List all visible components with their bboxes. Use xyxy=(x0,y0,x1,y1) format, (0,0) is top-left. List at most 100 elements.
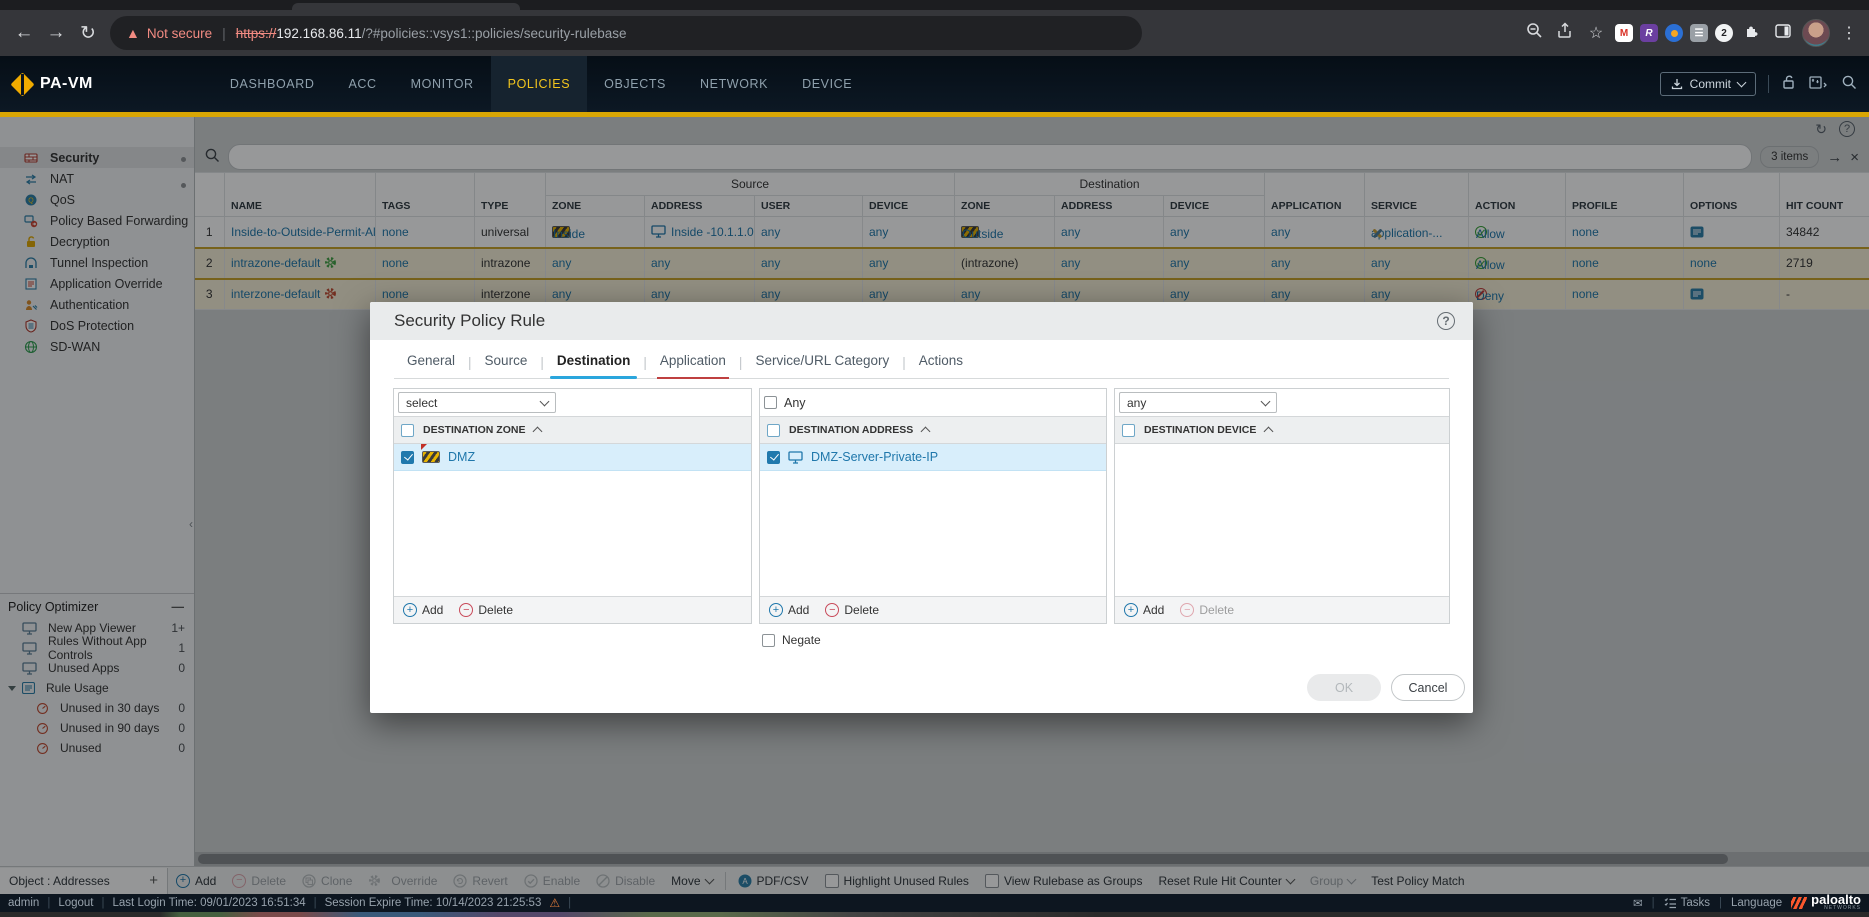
dialog-title: Security Policy Rule xyxy=(394,311,545,331)
zone-select-all-checkbox[interactable] xyxy=(401,424,414,437)
tasks-icon xyxy=(1664,897,1677,909)
url-host: 192.168.86.11 xyxy=(276,26,361,41)
ghost-extension-icon[interactable]: 2 xyxy=(1715,24,1733,42)
add-icon xyxy=(1124,603,1138,617)
negate-label: Negate xyxy=(782,633,821,647)
security-policy-rule-dialog: Security Policy Rule ? General|Source|De… xyxy=(370,302,1473,713)
bookmark-star-icon[interactable]: ☆ xyxy=(1584,23,1608,43)
language-button[interactable]: Language xyxy=(1731,897,1782,909)
device-column-header[interactable]: DESTINATION DEVICE xyxy=(1144,424,1256,436)
not-secure-label[interactable]: Not secure xyxy=(147,26,212,41)
dialog-tab-actions[interactable]: Actions xyxy=(906,346,976,378)
zone-delete-button[interactable]: Delete xyxy=(459,603,513,617)
nav-item-network[interactable]: NETWORK xyxy=(683,56,785,112)
global-search-icon[interactable] xyxy=(1841,74,1857,95)
dialog-help-icon[interactable]: ? xyxy=(1437,312,1455,330)
destination-address-panel: Any DESTINATION ADDRESS DMZ-Server-Priva… xyxy=(759,388,1107,624)
device-list xyxy=(1115,444,1449,596)
nav-item-monitor[interactable]: MONITOR xyxy=(394,56,491,112)
nav-item-device[interactable]: DEVICE xyxy=(785,56,869,112)
commit-icon xyxy=(1671,78,1683,90)
session-warning-icon: ⚠ xyxy=(549,896,560,910)
url-path: /?#policies::vsys1::policies/security-ru… xyxy=(362,26,627,41)
address-any-checkbox[interactable] xyxy=(764,396,777,409)
url-bar[interactable]: ▲ Not secure | https://192.168.86.11/?#p… xyxy=(110,16,1142,50)
paloalto-logo-icon xyxy=(1791,897,1807,909)
device-add-button[interactable]: Add xyxy=(1124,603,1164,617)
delete-icon xyxy=(1180,603,1194,617)
browser-actions: ☆ M R ☰ 2 ⋮ xyxy=(1522,19,1861,47)
browser-menu-icon[interactable]: ⋮ xyxy=(1837,23,1861,43)
url-text[interactable]: https://192.168.86.11/?#policies::vsys1:… xyxy=(236,26,627,41)
gray-extension-icon[interactable]: ☰ xyxy=(1690,24,1708,42)
delete-icon xyxy=(825,603,839,617)
destination-device-panel: any DESTINATION DEVICE Add Delete xyxy=(1114,388,1450,624)
status-user: admin xyxy=(8,897,39,909)
pan-brand: PA-VM xyxy=(14,75,93,93)
nav-item-dashboard[interactable]: DASHBOARD xyxy=(213,56,332,112)
screen: ← → ↻ ▲ Not secure | https://192.168.86.… xyxy=(0,0,1869,917)
pan-nav-items: DASHBOARDACCMONITORPOLICIESOBJECTSNETWOR… xyxy=(213,56,869,112)
dialog-tab-service-url-category[interactable]: Service/URL Category xyxy=(742,346,902,378)
nav-item-objects[interactable]: OBJECTS xyxy=(587,56,683,112)
session-expire-time: Session Expire Time: 10/14/2023 21:25:53 xyxy=(325,897,542,909)
forward-icon[interactable]: → xyxy=(40,22,72,44)
address-list: DMZ-Server-Private-IP xyxy=(760,444,1106,596)
negate-checkbox[interactable] xyxy=(762,634,775,647)
dialog-tab-application[interactable]: Application xyxy=(647,346,739,378)
nav-item-policies[interactable]: POLICIES xyxy=(491,56,587,112)
share-icon[interactable] xyxy=(1553,22,1577,44)
add-icon xyxy=(403,603,417,617)
tasks-button[interactable]: Tasks xyxy=(1664,897,1710,909)
item-checkbox[interactable] xyxy=(767,451,780,464)
zone-column-header[interactable]: DESTINATION ZONE xyxy=(423,424,525,436)
status-bar: admin | Logout | Last Login Time: 09/01/… xyxy=(0,894,1869,912)
commit-caret-icon xyxy=(1737,78,1747,88)
address-delete-button[interactable]: Delete xyxy=(825,603,879,617)
pan-nav: PA-VM DASHBOARDACCMONITORPOLICIESOBJECTS… xyxy=(0,56,1869,112)
dialog-tab-destination[interactable]: Destination xyxy=(544,346,644,378)
blue-extension-icon[interactable] xyxy=(1665,24,1683,42)
commit-button[interactable]: Commit xyxy=(1660,72,1756,96)
sort-asc-icon xyxy=(1264,427,1274,437)
extensions-puzzle-icon[interactable] xyxy=(1740,23,1764,44)
back-icon[interactable]: ← xyxy=(8,22,40,44)
url-scheme: https:// xyxy=(236,26,277,41)
cancel-button[interactable]: Cancel xyxy=(1391,674,1465,701)
browser-profile-avatar[interactable] xyxy=(1802,19,1830,47)
not-secure-warning-icon: ▲ xyxy=(126,25,140,41)
nav-item-acc[interactable]: ACC xyxy=(331,56,393,112)
config-lock-icon[interactable] xyxy=(1781,74,1797,95)
side-panel-icon[interactable] xyxy=(1771,23,1795,44)
chevron-down-icon xyxy=(540,396,550,406)
zone-type-select[interactable]: select xyxy=(398,392,556,413)
browser-active-tab[interactable] xyxy=(292,3,520,10)
pan-nav-right: Commit xyxy=(1660,72,1857,96)
list-item-dmz[interactable]: DMZ xyxy=(394,444,751,471)
dialog-tab-general[interactable]: General xyxy=(394,346,468,378)
dialog-tab-source[interactable]: Source xyxy=(472,346,541,378)
device-select-all-checkbox[interactable] xyxy=(1122,424,1135,437)
address-select-all-checkbox[interactable] xyxy=(767,424,780,437)
device-type-select[interactable]: any xyxy=(1119,392,1277,413)
paloalto-logo: paloaltoNETWORKS xyxy=(1791,895,1861,911)
pan-logo-icon xyxy=(10,72,34,96)
destination-zone-panel: select DESTINATION ZONE DMZ Add Delete xyxy=(393,388,752,624)
device-delete-button: Delete xyxy=(1180,603,1234,617)
config-changes-icon[interactable] xyxy=(1809,74,1829,95)
address-column-header[interactable]: DESTINATION ADDRESS xyxy=(789,424,913,436)
chevron-down-icon xyxy=(1261,396,1271,406)
list-item-dmz-server-private-ip[interactable]: DMZ-Server-Private-IP xyxy=(760,444,1106,471)
messages-envelope-icon[interactable]: ✉ xyxy=(1633,896,1643,910)
address-add-button[interactable]: Add xyxy=(769,603,809,617)
r-extension-icon[interactable]: R xyxy=(1640,24,1658,42)
zoom-out-icon[interactable] xyxy=(1522,22,1546,44)
reload-icon[interactable]: ↻ xyxy=(72,22,104,45)
zone-add-button[interactable]: Add xyxy=(403,603,443,617)
item-checkbox[interactable] xyxy=(401,451,414,464)
logout-link[interactable]: Logout xyxy=(58,897,93,909)
os-taskbar-sliver xyxy=(0,912,1869,917)
gmail-extension-icon[interactable]: M xyxy=(1615,24,1633,42)
zone-list: DMZ xyxy=(394,444,751,596)
browser-tab-strip xyxy=(0,0,1869,10)
